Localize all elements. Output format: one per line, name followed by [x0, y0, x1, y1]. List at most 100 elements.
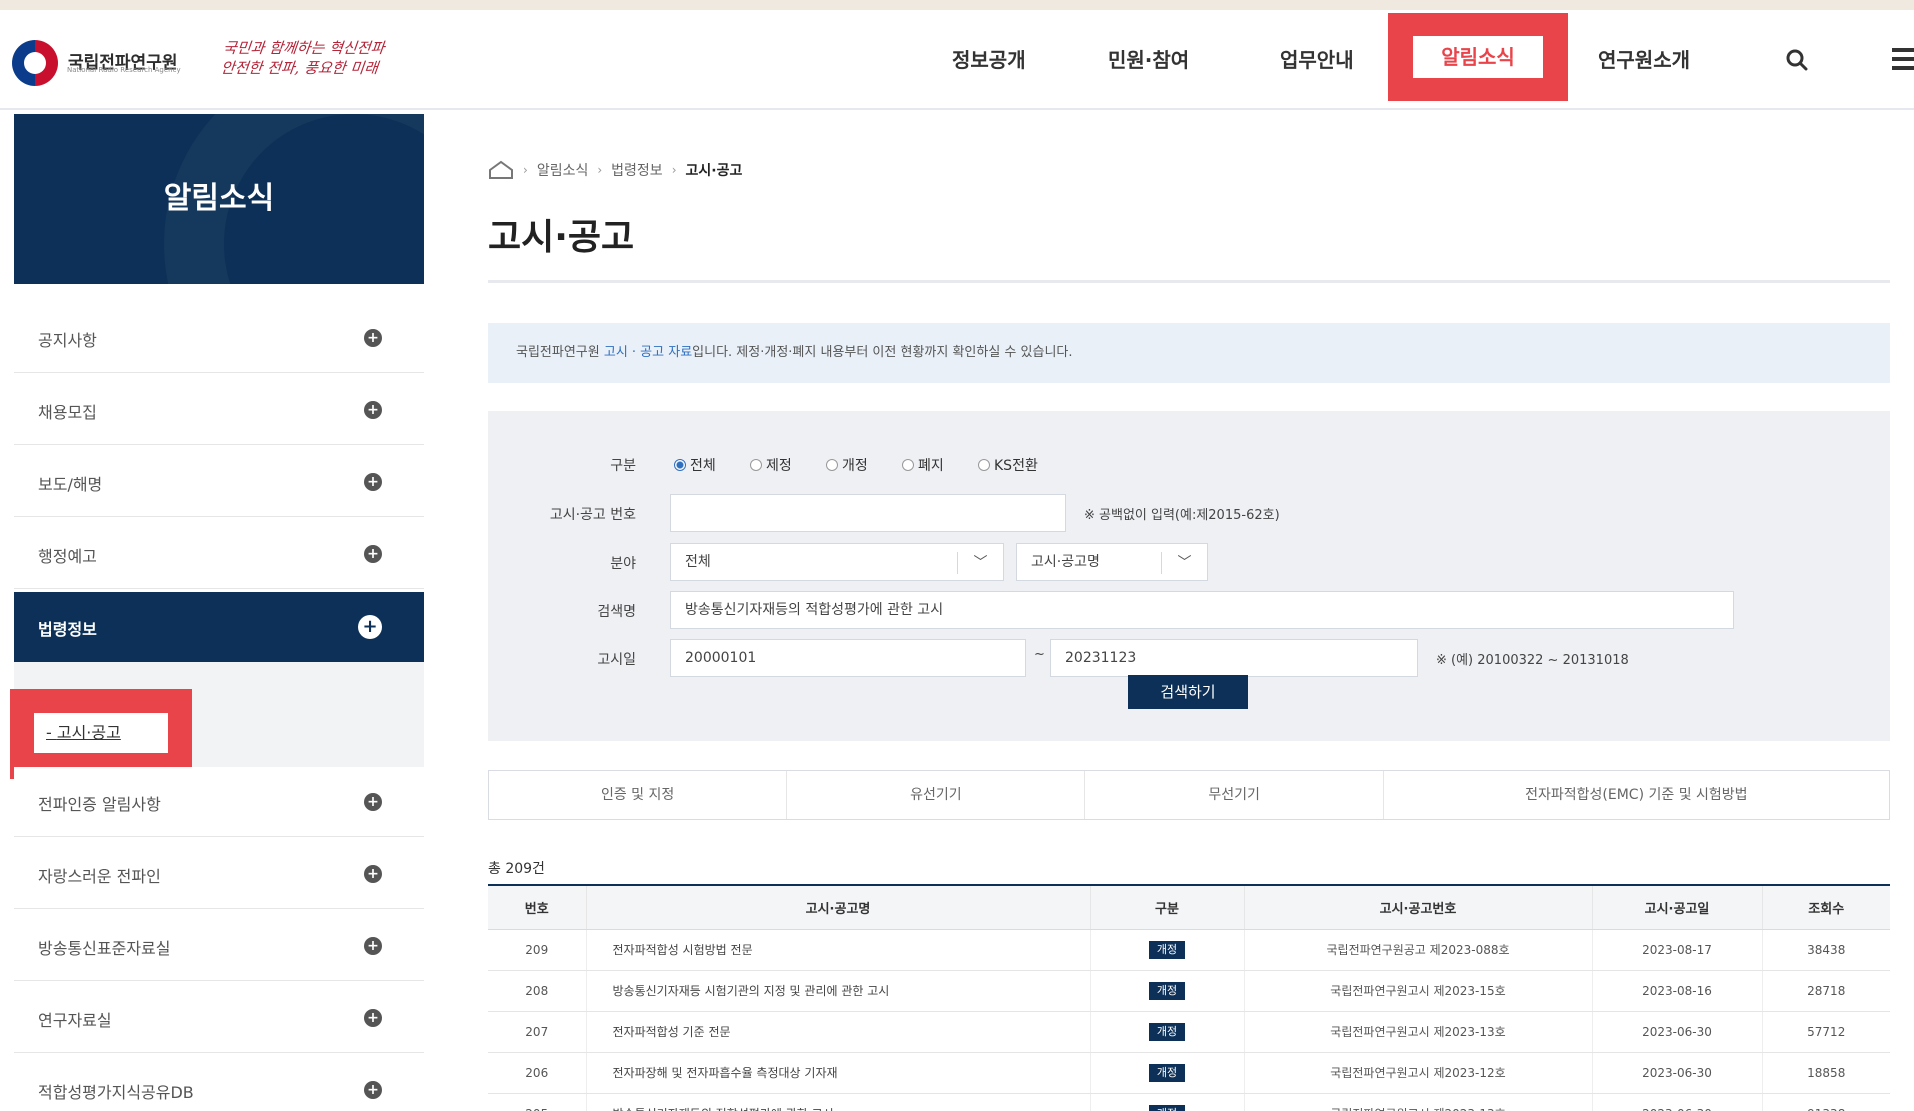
sidebar-item-proud-people[interactable]: 자랑스러운 전파인 +	[14, 839, 424, 909]
cell-views: 57712	[1762, 1011, 1890, 1053]
chevron-right-icon: ›	[523, 163, 528, 177]
sidebar-item-cert-notice[interactable]: 전파인증 알림사항 +	[14, 767, 424, 837]
chevron-right-icon: ›	[597, 163, 603, 177]
plus-icon: +	[364, 401, 382, 419]
slogan-line-1: 국민과 함께하는 혁신전파	[222, 39, 386, 57]
sidebar-item-label: 연구자료실	[38, 1011, 112, 1030]
cell-date: 2023-06-30	[1592, 1011, 1763, 1053]
nav-business-guide[interactable]: 업무안내	[1280, 44, 1354, 73]
cell-type: 개정	[1090, 1093, 1245, 1111]
sidebar-item-label: 자랑스러운 전파인	[38, 867, 161, 886]
date-from-input[interactable]: 20000101	[670, 639, 1026, 677]
sidebar-item-legal-info[interactable]: 법령정보 +	[14, 592, 424, 662]
sidebar-item-notices[interactable]: 공지사항 +	[14, 303, 424, 373]
status-badge: 개정	[1148, 981, 1186, 1000]
date-to-input[interactable]: 20231123	[1050, 639, 1418, 677]
cell-views: 38438	[1762, 929, 1890, 971]
notice-table: 번호 고시·공고명 구분 고시·공고번호 고시·공고일 조회수 209 전자파적…	[488, 884, 1890, 1111]
plus-icon: +	[364, 937, 382, 955]
status-badge: 개정	[1148, 1022, 1186, 1041]
field-select[interactable]: 전체 ﹀	[670, 543, 1004, 581]
cell-title[interactable]: 전자파적합성 시험방법 전문	[586, 929, 1091, 971]
radio-abolish[interactable]: 폐지	[902, 455, 944, 475]
cell-number: 207	[488, 1011, 587, 1053]
cell-date: 2023-06-30	[1592, 1052, 1763, 1094]
col-date: 고시·공고일	[1592, 885, 1763, 930]
table-row[interactable]: 209 전자파적합성 시험방법 전문 개정 국립전파연구원공고 제2023-08…	[488, 929, 1890, 971]
category-tabs: 인증 및 지정 유선기기 무선기기 전자파적합성(EMC) 기준 및 시험방법	[488, 770, 1890, 820]
nav-news[interactable]: 알림소식	[1413, 36, 1543, 78]
tab-certification[interactable]: 인증 및 지정	[489, 771, 788, 819]
search-button[interactable]: 검색하기	[1128, 675, 1248, 709]
sidebar-item-label: 채용모집	[38, 403, 97, 422]
cell-title[interactable]: 방송통신기자재등의 적합성평가에 관한 고시	[586, 1093, 1091, 1111]
number-input[interactable]	[670, 494, 1066, 532]
col-views: 조회수	[1762, 885, 1890, 930]
cell-type: 개정	[1090, 1011, 1245, 1053]
sidebar-item-standards[interactable]: 방송통신표준자료실 +	[14, 911, 424, 981]
breadcrumb-legal[interactable]: 법령정보	[611, 160, 663, 180]
sidebar-title: 알림소식	[163, 181, 275, 216]
table-row[interactable]: 205 방송통신기자재등의 적합성평가에 관한 고시 개정 국립전파연구원고시 …	[488, 1093, 1890, 1111]
breadcrumb-current: 고시·공고	[685, 163, 743, 179]
tab-emc[interactable]: 전자파적합성(EMC) 기준 및 시험방법	[1384, 771, 1889, 819]
radio-amend[interactable]: 개정	[826, 455, 868, 475]
radio-ks[interactable]: KS전환	[978, 455, 1038, 475]
menu-icon[interactable]	[1892, 46, 1914, 72]
tab-wireless[interactable]: 무선기기	[1085, 771, 1384, 819]
chevron-right-icon: ›	[671, 163, 677, 177]
cell-title[interactable]: 전자파적합성 기준 전문	[586, 1011, 1091, 1053]
status-badge: 개정	[1148, 1063, 1186, 1082]
cell-notice-number: 국립전파연구원고시 제2023-13호	[1244, 1011, 1593, 1053]
sidebar-item-research[interactable]: 연구자료실 +	[14, 983, 424, 1053]
home-icon[interactable]	[488, 160, 514, 180]
date-label: 고시일	[597, 652, 636, 668]
table-row[interactable]: 207 전자파적합성 기준 전문 개정 국립전파연구원고시 제2023-13호 …	[488, 1011, 1890, 1053]
sidebar-item-label: 법령정보	[38, 620, 97, 639]
tab-wired[interactable]: 유선기기	[787, 771, 1086, 819]
sidebar-item-conformity-db[interactable]: 적합성평가지식공유DB +	[14, 1055, 424, 1111]
table-row[interactable]: 206 전자파장해 및 전자파흡수율 측정대상 기자재 개정 국립전파연구원고시…	[488, 1052, 1890, 1094]
radio-all[interactable]: 전체	[674, 455, 716, 475]
sidebar-item-label: 보도/해명	[38, 475, 103, 494]
cell-notice-number: 국립전파연구원공고 제2023-088호	[1244, 929, 1593, 971]
breadcrumb-news[interactable]: 알림소식	[537, 160, 589, 180]
cell-type: 개정	[1090, 970, 1245, 1012]
status-badge: 개정	[1148, 940, 1186, 959]
search-icon[interactable]	[1786, 49, 1808, 71]
nav-about[interactable]: 연구원소개	[1598, 44, 1690, 73]
type-label: 구분	[610, 458, 636, 474]
status-badge: 개정	[1148, 1104, 1186, 1111]
cell-title[interactable]: 전자파장해 및 전자파흡수율 측정대상 기자재	[586, 1052, 1091, 1094]
nav-info-disclosure[interactable]: 정보공개	[952, 44, 1026, 73]
radio-enact[interactable]: 제정	[750, 455, 792, 475]
sidebar-item-admin-notice[interactable]: 행정예고 +	[14, 519, 424, 589]
sidebar-item-label: 전파인증 알림사항	[38, 795, 161, 814]
page: 국립전파연구원 National Radio Research Agency 국…	[0, 10, 1914, 1111]
keyword-input[interactable]: 방송통신기자재등의 적합성평가에 관한 고시	[670, 591, 1734, 629]
sidebar-item-recruitment[interactable]: 채용모집 +	[14, 375, 424, 445]
chevron-down-icon: ﹀	[1161, 552, 1207, 574]
chevron-down-icon: ﹀	[957, 552, 1003, 574]
site-logo[interactable]: 국립전파연구원	[12, 40, 177, 86]
sidebar-item-press[interactable]: 보도/해명 +	[14, 447, 424, 517]
page-title: 고시·공고	[488, 217, 635, 258]
cell-date: 2023-06-30	[1592, 1093, 1763, 1111]
table-row[interactable]: 208 방송통신기자재등 시험기관의 지정 및 관리에 관한 고시 개정 국립전…	[488, 970, 1890, 1012]
site-header: 국립전파연구원 National Radio Research Agency 국…	[0, 10, 1914, 110]
plus-icon: +	[358, 615, 382, 639]
sidebar-subitem-notice[interactable]: - 고시·공고	[34, 713, 168, 753]
cell-notice-number: 국립전파연구원고시 제2023-13호	[1244, 1093, 1593, 1111]
date-separator: ~	[1034, 647, 1045, 662]
table-header-row: 번호 고시·공고명 구분 고시·공고번호 고시·공고일 조회수	[488, 885, 1890, 930]
nav-civil-participation[interactable]: 민원·참여	[1108, 44, 1189, 73]
sidebar-item-label: 공지사항	[38, 331, 97, 350]
col-notice-number: 고시·공고번호	[1244, 885, 1593, 930]
number-label: 고시·공고 번호	[549, 507, 636, 523]
cell-type: 개정	[1090, 929, 1245, 971]
info-banner: 국립전파연구원 고시 · 공고 자료입니다. 제정·개정·폐지 내용부터 이전 …	[488, 323, 1890, 383]
kind-select[interactable]: 고시·공고명 ﹀	[1016, 543, 1208, 581]
plus-icon: +	[364, 329, 382, 347]
slogan: 국민과 함께하는 혁신전파 안전한 전파, 풍요한 미래	[220, 38, 386, 78]
cell-title[interactable]: 방송통신기자재등 시험기관의 지정 및 관리에 관한 고시	[586, 970, 1091, 1012]
